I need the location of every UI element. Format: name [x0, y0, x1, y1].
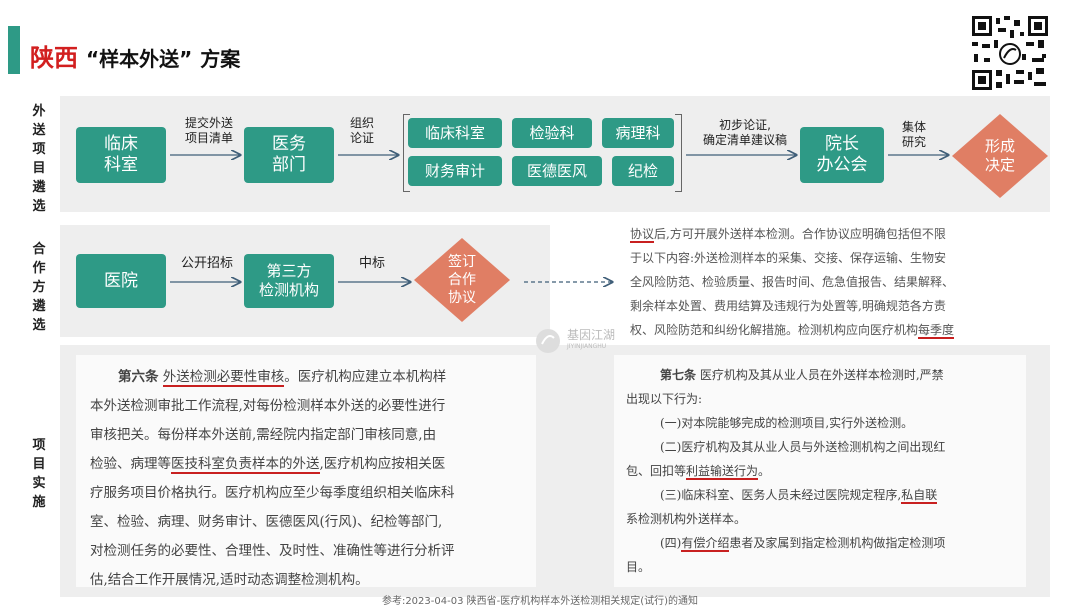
bracket-right — [675, 114, 682, 192]
arrow-label-1: 提交外送 项目清单 — [184, 116, 233, 145]
diamond-contract-label: 签订 合作 协议 — [448, 254, 476, 306]
diamond-decision-label: 形成 决定 — [984, 137, 1015, 174]
box-medical-affairs: 医务 部门 — [244, 127, 334, 183]
dept-pathology: 病理科 — [602, 118, 674, 148]
reference-note: 参考:2023-04-03 陕西省-医疗机构样本外送检测相关规定(试行)的通知 — [381, 596, 699, 607]
dept-discipline: 纪检 — [612, 156, 674, 186]
arrow-label-5: 公开招标 — [180, 256, 233, 271]
box-clinical-dept: 临床 科室 — [76, 127, 166, 183]
arrow-label-4: 集体 研究 — [901, 120, 926, 149]
article-7-panel: 第七条 医疗机构及其从业人员在外送样本检测时,严禁 出现以下行为: (一)对本院… — [614, 355, 1026, 587]
box-third-party: 第三方 检测机构 — [244, 254, 334, 308]
arrow-label-3: 初步论证, 确定清单建议稿 — [702, 118, 787, 147]
dept-clinical: 临床科室 — [408, 118, 502, 148]
dept-ethics: 医德医风 — [512, 156, 602, 186]
box-president-office: 院长 办公会 — [800, 127, 884, 183]
article-6-panel: 第六条 外送检测必要性审核。医疗机构应建立本机构样 本外送检测审批工作流程,对每… — [76, 355, 536, 588]
watermark: 基因江湖 JIYINJIANGHU — [535, 328, 615, 354]
box-hospital: 医院 — [76, 254, 166, 308]
arrow-label-6: 中标 — [358, 256, 385, 271]
arrow-label-2: 组织 论证 — [349, 116, 374, 145]
dept-finance: 财务审计 — [408, 156, 502, 186]
contract-text: 协议后,方可开展外送样本检测。合作协议应明确包括但不限 于以下内容:外送检测样本… — [630, 227, 955, 339]
dept-lab: 检验科 — [512, 118, 592, 148]
watermark-logo-icon — [536, 329, 560, 353]
